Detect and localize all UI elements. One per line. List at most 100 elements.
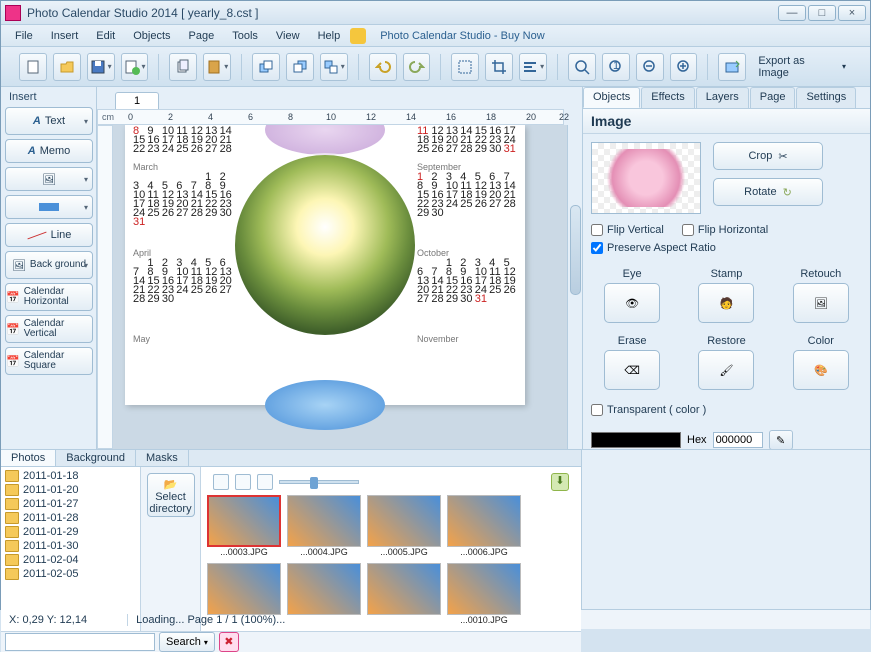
insert-cal-s-button[interactable]: 📅Calendar Square	[5, 347, 93, 375]
menu-insert[interactable]: Insert	[43, 28, 87, 44]
buy-now-link[interactable]: Photo Calendar Studio - Buy Now	[372, 28, 552, 44]
eyedropper-button[interactable]: ✎	[769, 430, 793, 449]
tab-photos[interactable]: Photos	[1, 450, 56, 466]
restore-tool-button[interactable]: 🖌	[698, 350, 754, 390]
erase-tool-button[interactable]: ⌫	[604, 350, 660, 390]
insert-image-button[interactable]: 🖼▾	[5, 167, 93, 191]
menu-page[interactable]: Page	[181, 28, 223, 44]
menu-tools[interactable]: Tools	[224, 28, 266, 44]
center-photo[interactable]	[235, 155, 415, 335]
folder-icon	[5, 554, 19, 566]
folder-item[interactable]: 2011-01-18	[3, 469, 138, 483]
tab-background[interactable]: Background	[56, 450, 136, 466]
folder-tree[interactable]: 2011-01-18 2011-01-20 2011-01-27 2011-01…	[1, 467, 141, 631]
menu-objects[interactable]: Objects	[125, 28, 178, 44]
hex-input[interactable]	[713, 432, 763, 448]
close-button[interactable]: ×	[838, 5, 866, 21]
thumbnail-item[interactable]: ...0010.JPG	[447, 563, 521, 625]
calendar-page[interactable]: 8910111213141516171819202122232425262728…	[125, 125, 525, 405]
tab-page[interactable]: Page	[750, 87, 796, 108]
minimize-button[interactable]: —	[778, 5, 806, 21]
search-button[interactable]: Search▾	[159, 632, 215, 652]
insert-text-button[interactable]: AText▾	[5, 107, 93, 135]
undo-button[interactable]	[369, 53, 397, 81]
clear-search-button[interactable]: ✖	[219, 632, 239, 652]
insert-shape-button[interactable]: ▾	[5, 195, 93, 219]
insert-cal-h-button[interactable]: 📅Calendar Horizontal	[5, 283, 93, 311]
menu-help[interactable]: Help	[310, 28, 349, 44]
folder-item[interactable]: 2011-02-04	[3, 553, 138, 567]
thumbnail-item[interactable]: ...0003.JPG	[207, 495, 281, 557]
redo-button[interactable]	[403, 53, 431, 81]
image-preview[interactable]	[591, 142, 701, 214]
menu-edit[interactable]: Edit	[88, 28, 123, 44]
menu-view[interactable]: View	[268, 28, 308, 44]
new-button[interactable]	[19, 53, 47, 81]
open-button[interactable]	[53, 53, 81, 81]
zoom-actual-button[interactable]: 1	[602, 53, 630, 81]
thumbnail-item[interactable]	[367, 563, 441, 625]
select-directory-button[interactable]: 📂Select directory	[147, 473, 195, 517]
transparent-checkbox[interactable]: Transparent ( color )	[591, 404, 862, 416]
folder-item[interactable]: 2011-01-30	[3, 539, 138, 553]
export-icon[interactable]	[718, 53, 746, 81]
thumb-view-1[interactable]	[213, 474, 229, 490]
download-button[interactable]: ⬇	[551, 473, 569, 491]
search-input[interactable]	[5, 633, 155, 651]
bring-front-button[interactable]	[252, 53, 280, 81]
page-tab-1[interactable]: 1	[115, 92, 159, 109]
color-tool-button[interactable]: 🎨	[793, 350, 849, 390]
eye-tool-button[interactable]: 👁	[604, 283, 660, 323]
thumbnail-item[interactable]: ...0006.JPG	[447, 495, 521, 557]
flip-horizontal-checkbox[interactable]: Flip Horizontal	[682, 224, 768, 236]
panel-header: Image	[583, 109, 870, 134]
preserve-aspect-checkbox[interactable]: Preserve Aspect Ratio	[591, 242, 862, 254]
thumb-size-slider[interactable]	[279, 480, 359, 484]
send-back-button[interactable]	[286, 53, 314, 81]
thumbnail-item[interactable]: ...0005.JPG	[367, 495, 441, 557]
flip-vertical-checkbox[interactable]: Flip Vertical	[591, 224, 664, 236]
menu-file[interactable]: File	[7, 28, 41, 44]
zoom-out-button[interactable]	[636, 53, 664, 81]
insert-memo-button[interactable]: AMemo	[5, 139, 93, 163]
thumbnail-item[interactable]: ...0004.JPG	[287, 495, 361, 557]
folder-item[interactable]: 2011-01-29	[3, 525, 138, 539]
export-image-button[interactable]: Export as Image▾	[752, 55, 852, 79]
insert-cal-v-button[interactable]: 📅Calendar Vertical	[5, 315, 93, 343]
arrange-button[interactable]	[320, 53, 348, 81]
crop-button[interactable]: Crop✂	[713, 142, 823, 170]
slider-knob[interactable]	[310, 477, 318, 489]
retouch-tool-button[interactable]: 🖼	[793, 283, 849, 323]
bottom-tabs: Photos Background Masks	[1, 450, 581, 467]
canvas-viewport[interactable]: 8910111213141516171819202122232425262728…	[113, 125, 582, 449]
save-button[interactable]	[87, 53, 115, 81]
folder-item[interactable]: 2011-01-27	[3, 497, 138, 511]
thumb-view-2[interactable]	[235, 474, 251, 490]
thumbnail-item[interactable]	[287, 563, 361, 625]
folder-item[interactable]: 2011-01-20	[3, 483, 138, 497]
maximize-button[interactable]: □	[808, 5, 836, 21]
folder-item[interactable]: 2011-02-05	[3, 567, 138, 581]
insert-line-button[interactable]: Line	[5, 223, 93, 247]
rotate-button[interactable]: Rotate↻	[713, 178, 823, 206]
color-swatch[interactable]	[591, 432, 681, 448]
tab-effects[interactable]: Effects	[641, 87, 694, 108]
insert-background-button[interactable]: 🖼Back ground▾	[5, 251, 93, 279]
zoom-fit-button[interactable]	[568, 53, 596, 81]
tab-layers[interactable]: Layers	[696, 87, 749, 108]
select-button[interactable]	[451, 53, 479, 81]
paste-button[interactable]	[203, 53, 231, 81]
tab-masks[interactable]: Masks	[136, 450, 189, 466]
add-page-button[interactable]	[121, 53, 149, 81]
scrollbar-thumb[interactable]	[570, 205, 581, 295]
crop-tool-button[interactable]	[485, 53, 513, 81]
tab-settings[interactable]: Settings	[796, 87, 856, 108]
zoom-in-button[interactable]	[670, 53, 698, 81]
vertical-scrollbar[interactable]	[567, 125, 582, 449]
tab-objects[interactable]: Objects	[583, 87, 640, 108]
copy-button[interactable]	[169, 53, 197, 81]
folder-item[interactable]: 2011-01-28	[3, 511, 138, 525]
align-button[interactable]	[519, 53, 547, 81]
thumb-view-3[interactable]	[257, 474, 273, 490]
stamp-tool-button[interactable]: 🧑	[698, 283, 754, 323]
